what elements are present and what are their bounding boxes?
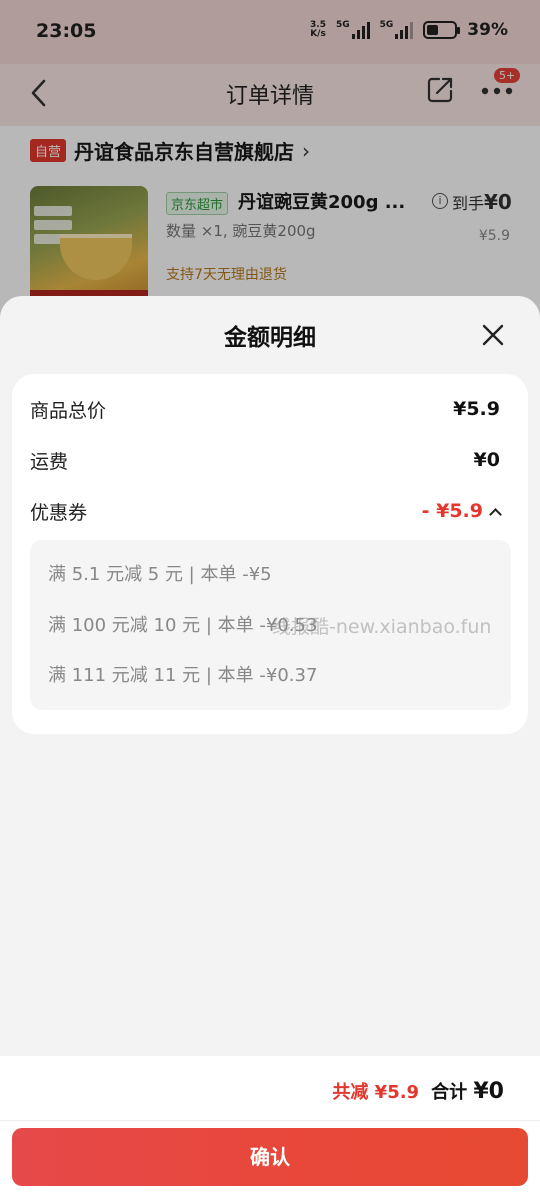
subtotal-label: 商品总价 bbox=[30, 399, 107, 422]
price-detail-sheet: 金额明细 商品总价 ¥5.9 运费 ¥0 优惠券 - ¥5.9 满 5.1 元减… bbox=[0, 296, 540, 1198]
modal-backdrop[interactable] bbox=[0, 0, 540, 330]
total-discount: 共减 ¥5.9 bbox=[332, 1082, 420, 1103]
coupon-item: 满 5.1 元减 5 元 | 本单 -¥5 bbox=[48, 564, 272, 585]
coupon-value: - ¥5.9 bbox=[421, 500, 483, 522]
sheet-title: 金额明细 bbox=[224, 325, 316, 351]
close-icon[interactable] bbox=[482, 324, 504, 346]
coupon-item: 满 111 元减 11 元 | 本单 -¥0.37 bbox=[48, 665, 318, 686]
coupon-value-wrap: - ¥5.9 bbox=[421, 500, 502, 522]
footer-bar: 共减 ¥5.9 合计 ¥0 确认 bbox=[0, 1056, 540, 1198]
total-amount: 合计 ¥0 bbox=[431, 1079, 504, 1104]
coupon-row[interactable]: 优惠券 - ¥5.9 bbox=[30, 496, 502, 526]
shipping-value: ¥0 bbox=[473, 449, 500, 471]
coupon-label: 优惠券 bbox=[30, 501, 88, 524]
subtotal-value: ¥5.9 bbox=[453, 398, 500, 420]
watermark-text: 线报酷-new.xianbao.fun bbox=[272, 616, 492, 638]
shipping-row: 运费 ¥0 bbox=[30, 445, 500, 475]
totals: 共减 ¥5.9 合计 ¥0 bbox=[332, 1078, 504, 1104]
price-card: 商品总价 ¥5.9 运费 ¥0 优惠券 - ¥5.9 满 5.1 元减 5 元 … bbox=[12, 374, 528, 734]
chevron-up-icon[interactable] bbox=[489, 508, 502, 521]
divider bbox=[0, 1120, 540, 1121]
confirm-button[interactable]: 确认 bbox=[12, 1128, 528, 1186]
shipping-label: 运费 bbox=[30, 450, 69, 473]
subtotal-row: 商品总价 ¥5.9 bbox=[30, 394, 500, 424]
